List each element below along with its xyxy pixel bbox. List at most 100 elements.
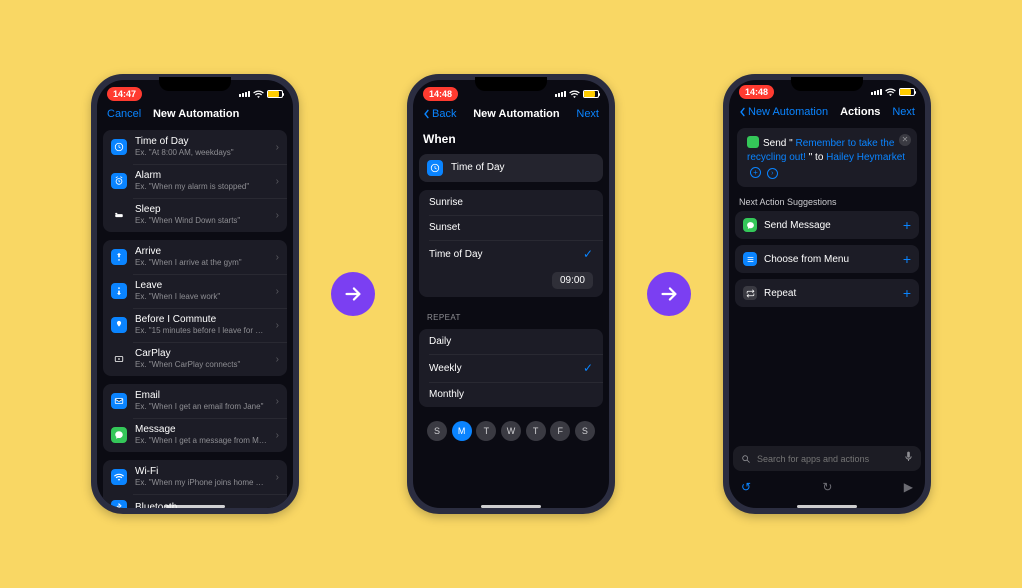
time-option[interactable]: Time of Day✓ <box>419 240 603 268</box>
status-time: 14:47 <box>107 87 142 101</box>
trigger-row-email[interactable]: EmailEx. "When I get an email from Jane"… <box>103 384 287 418</box>
suggestion-row[interactable]: Repeat + <box>735 279 919 307</box>
suggestion-row[interactable]: Send Message + <box>735 211 919 239</box>
trigger-title: Sleep <box>135 204 268 216</box>
nav-title: New Automation <box>473 108 559 120</box>
suggestion-row[interactable]: Choose from Menu + <box>735 245 919 273</box>
weekday-toggle[interactable]: S <box>427 421 447 441</box>
chevron-right-icon: › <box>276 354 279 365</box>
step-arrow-icon <box>331 272 375 316</box>
trigger-subtitle: Ex. "15 minutes before I leave for work" <box>135 326 268 336</box>
search-icon <box>741 454 751 464</box>
repeat-option[interactable]: Weekly ✓ <box>419 354 603 382</box>
trigger-row-wifi[interactable]: Wi-FiEx. "When my iPhone joins home Wi-F… <box>103 460 287 494</box>
chevron-right-icon: › <box>276 142 279 153</box>
trigger-subtitle: Ex. "When CarPlay connects" <box>135 360 268 370</box>
weekday-toggle[interactable]: W <box>501 421 521 441</box>
trigger-row-alarm[interactable]: AlarmEx. "When my alarm is stopped" › <box>103 164 287 198</box>
status-time: 14:48 <box>739 85 774 99</box>
add-recipient-icon[interactable]: + <box>750 167 761 178</box>
remove-action-icon[interactable]: ✕ <box>899 134 911 146</box>
phone-2: 14:48 Back New Automation Next When Time… <box>407 74 615 514</box>
weekday-toggle[interactable]: T <box>526 421 546 441</box>
trigger-title: Leave <box>135 280 268 292</box>
trigger-row-arrive[interactable]: ArriveEx. "When I arrive at the gym" › <box>103 240 287 274</box>
signal-icon <box>239 91 250 97</box>
home-indicator[interactable] <box>481 505 541 508</box>
trigger-title: Arrive <box>135 246 268 258</box>
trigger-title: CarPlay <box>135 348 268 360</box>
next-button[interactable]: Next <box>892 106 915 118</box>
notch <box>475 77 547 91</box>
weekday-toggle[interactable]: T <box>476 421 496 441</box>
selected-trigger-label: Time of Day <box>451 162 595 174</box>
option-label: Sunrise <box>429 197 463 208</box>
expand-action-icon[interactable]: › <box>767 168 778 179</box>
add-suggestion-icon[interactable]: + <box>903 285 911 301</box>
chevron-right-icon: › <box>276 210 279 221</box>
repeat-option[interactable]: Daily <box>419 329 603 354</box>
dictation-icon[interactable] <box>904 451 913 466</box>
chevron-right-icon: › <box>276 320 279 331</box>
trigger-row-carplay[interactable]: CarPlayEx. "When CarPlay connects" › <box>103 342 287 376</box>
wifi-icon <box>885 88 896 96</box>
back-button[interactable]: New Automation <box>739 106 828 118</box>
nav-title: Actions <box>840 106 880 118</box>
time-option[interactable]: Sunset <box>419 215 603 240</box>
trigger-row-sleep[interactable]: SleepEx. "When Wind Down starts" › <box>103 198 287 232</box>
trigger-row-clock[interactable]: Time of DayEx. "At 8:00 AM, weekdays" › <box>103 130 287 164</box>
wifi-icon <box>111 469 127 485</box>
nav-title: New Automation <box>153 108 239 120</box>
battery-icon <box>899 88 915 96</box>
add-suggestion-icon[interactable]: + <box>903 251 911 267</box>
nav-bar: Cancel New Automation <box>97 104 293 126</box>
undo-icon[interactable]: ↺ <box>741 480 751 494</box>
weekday-toggle[interactable]: S <box>575 421 595 441</box>
battery-icon <box>267 90 283 98</box>
home-indicator[interactable] <box>165 505 225 508</box>
trigger-group: EmailEx. "When I get an email from Jane"… <box>103 384 287 452</box>
option-label: Sunset <box>429 222 460 233</box>
weekday-toggle[interactable]: M <box>452 421 472 441</box>
chevron-right-icon: › <box>276 176 279 187</box>
trigger-subtitle: Ex. "When I get a message from Mom" <box>135 436 268 446</box>
next-button[interactable]: Next <box>576 108 599 120</box>
cancel-button[interactable]: Cancel <box>107 108 141 120</box>
trigger-subtitle: Ex. "When I arrive at the gym" <box>135 258 268 268</box>
trigger-group: Wi-FiEx. "When my iPhone joins home Wi-F… <box>103 460 287 508</box>
search-input[interactable] <box>757 454 898 464</box>
suggestion-label: Send Message <box>764 220 896 231</box>
trigger-row-message[interactable]: MessageEx. "When I get a message from Mo… <box>103 418 287 452</box>
back-button[interactable]: Back <box>423 108 456 120</box>
repeat-option[interactable]: Monthly <box>419 382 603 407</box>
chevron-right-icon: › <box>276 472 279 483</box>
chevron-right-icon: › <box>276 252 279 263</box>
selected-trigger[interactable]: Time of Day <box>419 154 603 182</box>
trigger-title: Before I Commute <box>135 314 268 326</box>
weekday-toggle[interactable]: F <box>550 421 570 441</box>
checkmark-icon: ✓ <box>583 361 593 375</box>
repeat-icon <box>743 286 757 300</box>
home-indicator[interactable] <box>797 505 857 508</box>
trigger-title: Alarm <box>135 170 268 182</box>
checkmark-icon: ✓ <box>583 247 593 261</box>
trigger-title: Email <box>135 390 268 402</box>
action-card[interactable]: ✕ Send " Remember to take the recycling … <box>737 128 917 188</box>
recipient-token[interactable]: Hailey Heymarket <box>826 152 905 163</box>
time-option[interactable]: Sunrise <box>419 190 603 215</box>
add-suggestion-icon[interactable]: + <box>903 217 911 233</box>
bluetooth-icon <box>111 500 127 508</box>
trigger-title: Wi-Fi <box>135 466 268 478</box>
time-value-chip[interactable]: 09:00 <box>552 272 593 289</box>
option-label: Weekly <box>429 363 462 374</box>
run-button[interactable]: ▶ <box>904 480 913 494</box>
trigger-row-leave[interactable]: LeaveEx. "When I leave work" › <box>103 274 287 308</box>
trigger-subtitle: Ex. "When I leave work" <box>135 292 268 302</box>
search-field[interactable] <box>733 446 921 471</box>
carplay-icon <box>111 351 127 367</box>
wifi-icon <box>569 90 580 98</box>
trigger-group: Time of DayEx. "At 8:00 AM, weekdays" › … <box>103 130 287 232</box>
wifi-icon <box>253 90 264 98</box>
trigger-row-commute[interactable]: Before I CommuteEx. "15 minutes before I… <box>103 308 287 342</box>
when-heading: When <box>419 126 603 150</box>
